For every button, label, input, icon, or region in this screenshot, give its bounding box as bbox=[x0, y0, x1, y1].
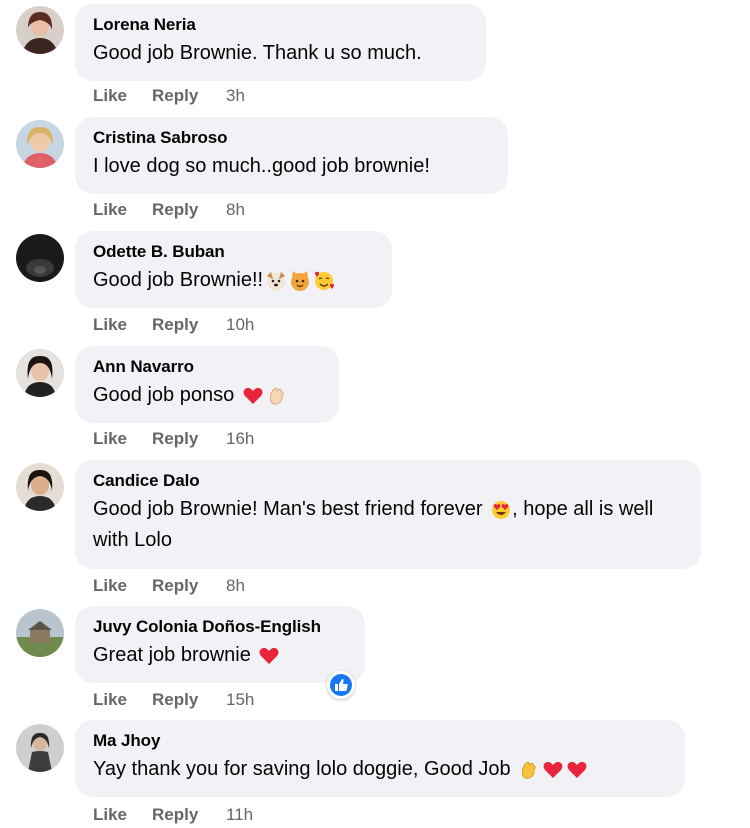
dog-face-icon bbox=[265, 270, 287, 292]
timestamp[interactable]: 10h bbox=[226, 315, 254, 335]
comment-bubble: Candice Dalo Good job Brownie! Man's bes… bbox=[75, 460, 701, 569]
smiling-face-with-hearts-icon bbox=[313, 270, 335, 292]
red-heart-icon bbox=[566, 759, 588, 781]
comment-bubble: Cristina Sabroso I love dog so much..goo… bbox=[75, 117, 508, 194]
timestamp[interactable]: 16h bbox=[226, 429, 254, 449]
timestamp[interactable]: 3h bbox=[226, 86, 245, 106]
like-reaction-badge[interactable] bbox=[327, 671, 355, 699]
comment-bubble: Ann Navarro Good job ponso bbox=[75, 346, 339, 423]
heart-eyes-icon bbox=[490, 499, 512, 521]
comment-bubble: Juvy Colonia Doños-English Great job bro… bbox=[75, 606, 365, 683]
timestamp[interactable]: 15h bbox=[226, 690, 254, 710]
comment-text: Great job brownie bbox=[93, 640, 348, 671]
reply-link[interactable]: Reply bbox=[152, 315, 198, 335]
comment-bubble: Ma Jhoy Yay thank you for saving lolo do… bbox=[75, 720, 685, 797]
timestamp[interactable]: 11h bbox=[226, 805, 253, 825]
avatar[interactable] bbox=[16, 463, 64, 511]
comment-text-content: Yay thank you for saving lolo doggie, Go… bbox=[93, 758, 511, 780]
comment-author[interactable]: Lorena Neria bbox=[93, 15, 469, 35]
red-heart-icon bbox=[258, 645, 280, 667]
comment-text-content: Good job Brownie! Man's best friend fore… bbox=[93, 498, 483, 520]
avatar[interactable] bbox=[16, 724, 64, 772]
avatar[interactable] bbox=[16, 349, 64, 397]
comment-text-content: Good job ponso bbox=[93, 384, 235, 406]
like-link[interactable]: Like bbox=[93, 86, 127, 106]
timestamp[interactable]: 8h bbox=[226, 200, 245, 220]
like-link[interactable]: Like bbox=[93, 690, 127, 710]
comment-author[interactable]: Ann Navarro bbox=[93, 357, 322, 377]
red-heart-icon bbox=[542, 759, 564, 781]
comment-text: Good job ponso bbox=[93, 380, 322, 411]
comment-author[interactable]: Odette B. Buban bbox=[93, 242, 375, 262]
avatar[interactable] bbox=[16, 609, 64, 657]
reply-link[interactable]: Reply bbox=[152, 86, 198, 106]
clapping-hands-icon bbox=[266, 385, 288, 407]
avatar[interactable] bbox=[16, 120, 64, 168]
comment-text: Good job Brownie! Man's best friend fore… bbox=[93, 494, 684, 556]
reply-link[interactable]: Reply bbox=[152, 200, 198, 220]
reply-link[interactable]: Reply bbox=[152, 576, 198, 596]
comment-bubble: Lorena Neria Good job Brownie. Thank u s… bbox=[75, 4, 486, 81]
comment-text: I love dog so much..good job brownie! bbox=[93, 155, 430, 177]
comment-text: Good job Brownie!! bbox=[93, 265, 375, 296]
comment-text: Good job Brownie. Thank u so much. bbox=[93, 42, 422, 64]
cat-face-icon bbox=[289, 270, 311, 292]
comment-text-content: Great job brownie bbox=[93, 644, 251, 666]
like-link[interactable]: Like bbox=[93, 805, 127, 825]
red-heart-icon bbox=[242, 385, 264, 407]
reply-link[interactable]: Reply bbox=[152, 429, 198, 449]
comment-author[interactable]: Ma Jhoy bbox=[93, 731, 668, 751]
like-link[interactable]: Like bbox=[93, 315, 127, 335]
timestamp[interactable]: 8h bbox=[226, 576, 245, 596]
comment-author[interactable]: Cristina Sabroso bbox=[93, 128, 491, 148]
reply-link[interactable]: Reply bbox=[152, 690, 198, 710]
like-link[interactable]: Like bbox=[93, 576, 127, 596]
like-link[interactable]: Like bbox=[93, 429, 127, 449]
avatar[interactable] bbox=[16, 234, 64, 282]
comment-bubble: Odette B. Buban Good job Brownie!! bbox=[75, 231, 392, 308]
comment-text-content: Good job Brownie!! bbox=[93, 269, 264, 291]
like-link[interactable]: Like bbox=[93, 200, 127, 220]
comment-text: Yay thank you for saving lolo doggie, Go… bbox=[93, 754, 668, 785]
reply-link[interactable]: Reply bbox=[152, 805, 198, 825]
like-reaction-icon bbox=[330, 674, 352, 696]
comment-author[interactable]: Candice Dalo bbox=[93, 471, 684, 491]
comment-author[interactable]: Juvy Colonia Doños-English bbox=[93, 617, 348, 637]
clapping-hands-icon bbox=[518, 759, 540, 781]
avatar[interactable] bbox=[16, 6, 64, 54]
